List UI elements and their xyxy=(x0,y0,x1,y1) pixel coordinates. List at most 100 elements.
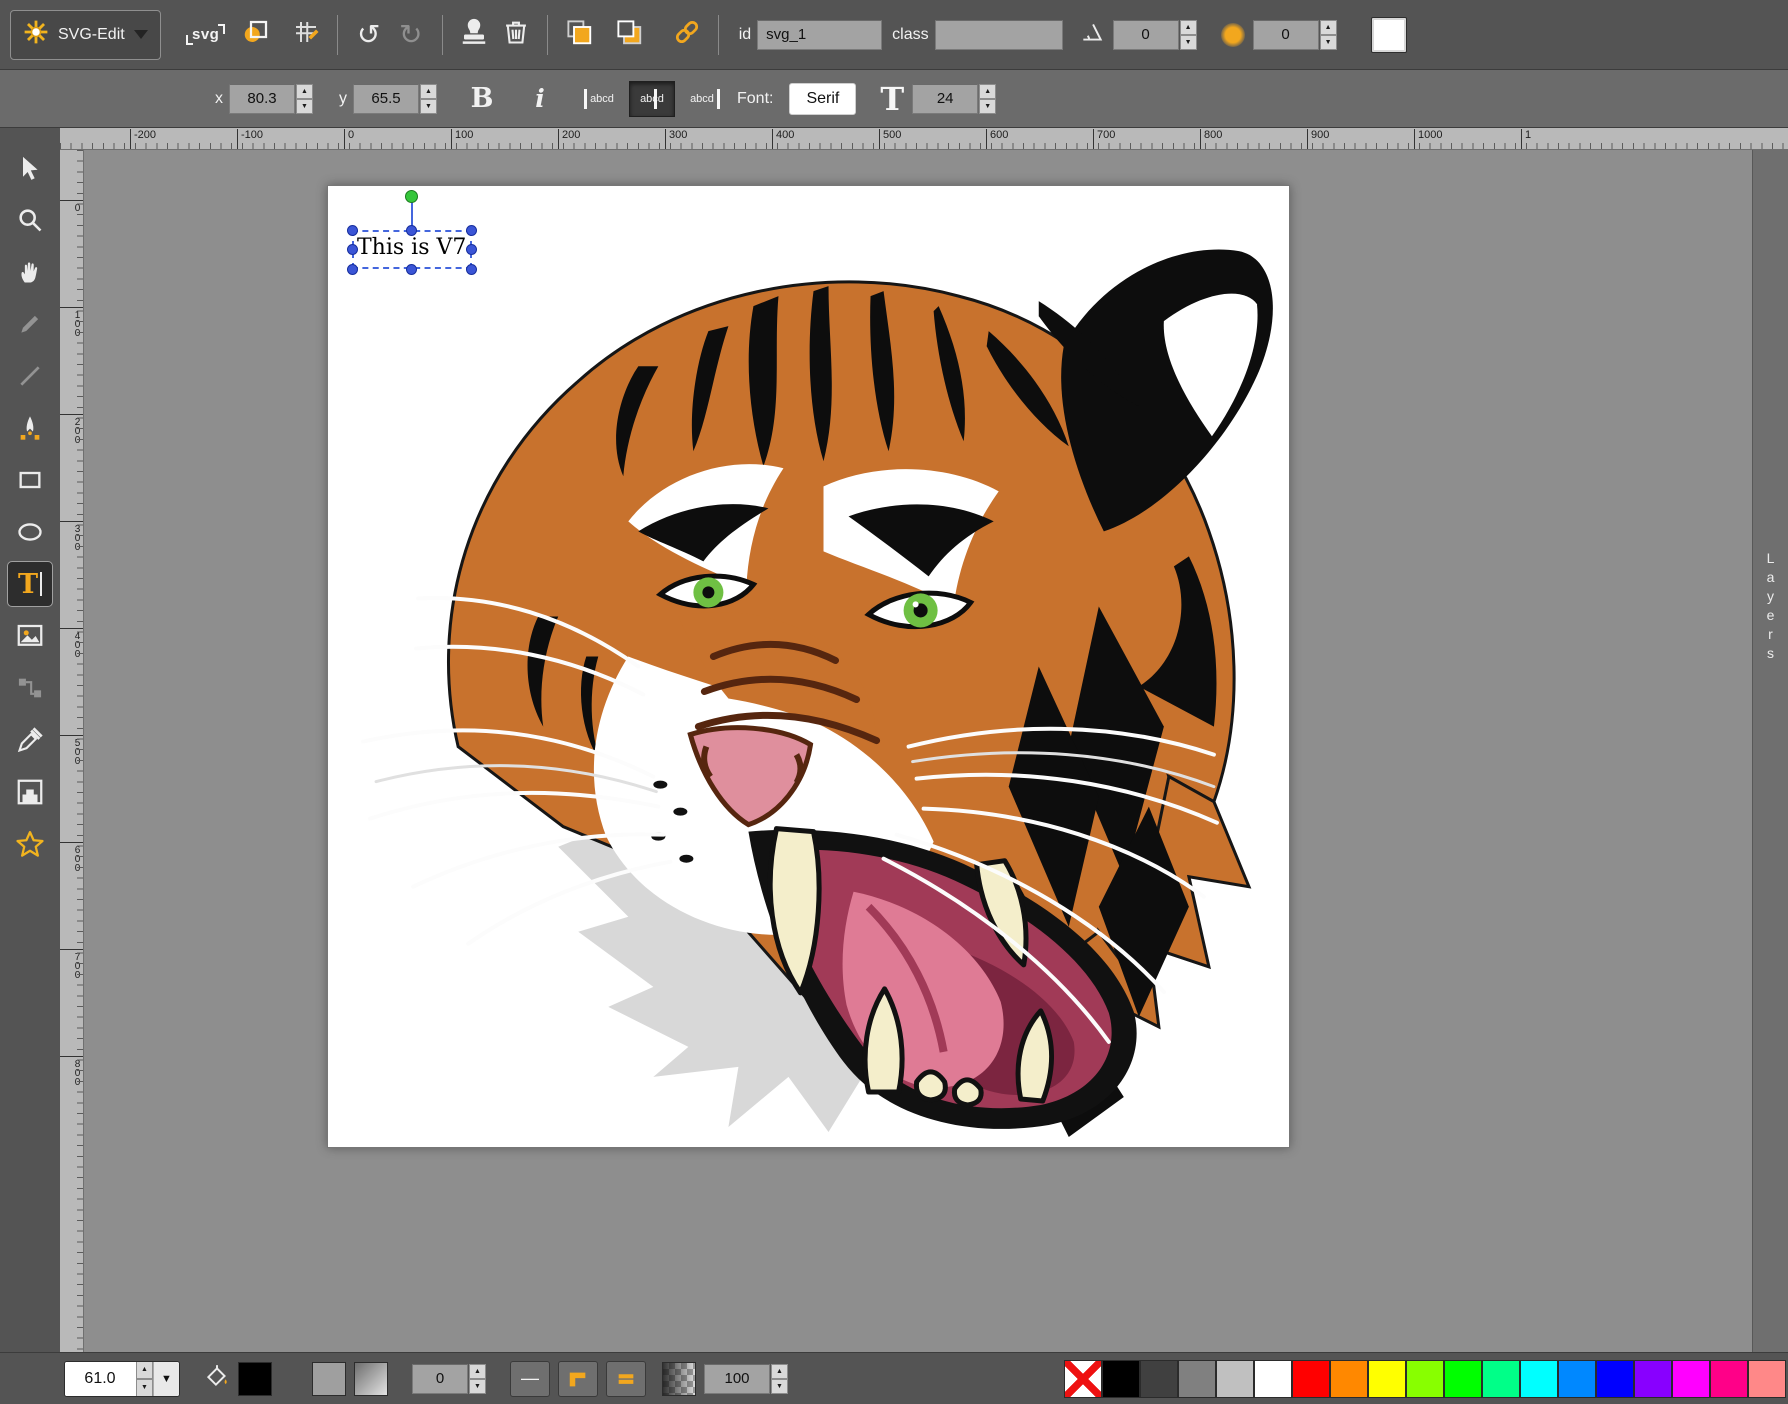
pencil-icon xyxy=(17,311,43,337)
angle-spinner[interactable] xyxy=(1180,20,1197,50)
fill-color-button[interactable] xyxy=(238,1362,272,1396)
svg-canvas[interactable]: This is V7 xyxy=(327,185,1290,1148)
palette-color-swatch[interactable] xyxy=(1178,1360,1216,1398)
zoom-spinner[interactable] xyxy=(136,1361,153,1397)
opacity-spinner[interactable] xyxy=(771,1364,788,1394)
text-anchor-start-button[interactable]: abcd xyxy=(579,81,625,117)
delete-element-button[interactable] xyxy=(495,14,537,56)
palette-color-swatch[interactable] xyxy=(1216,1360,1254,1398)
y-position-input[interactable] xyxy=(353,84,419,114)
x-position-input[interactable] xyxy=(229,84,295,114)
stroke-dash-button[interactable]: — xyxy=(510,1361,550,1397)
element-class-input[interactable] xyxy=(935,20,1063,50)
pan-tool[interactable] xyxy=(7,249,53,295)
hruler-label: 100 xyxy=(451,129,473,149)
x-spinner[interactable] xyxy=(296,84,313,114)
anchor-end-marker xyxy=(717,89,720,109)
blur-input[interactable] xyxy=(1253,20,1319,50)
path-tool[interactable] xyxy=(7,405,53,451)
main-menu-button[interactable]: SVG-Edit xyxy=(10,10,161,60)
palette-color-swatch[interactable] xyxy=(1330,1360,1368,1398)
palette-color-swatch[interactable] xyxy=(1140,1360,1178,1398)
palette-color-swatch[interactable] xyxy=(1254,1360,1292,1398)
make-link-button[interactable] xyxy=(666,14,708,56)
palette-color-swatch[interactable] xyxy=(1672,1360,1710,1398)
gradient-swatch[interactable] xyxy=(354,1362,388,1396)
palette-color-swatch[interactable] xyxy=(1596,1360,1634,1398)
selection-handle-sw[interactable] xyxy=(347,264,358,275)
zoom-input[interactable] xyxy=(65,1362,135,1396)
line-tool[interactable] xyxy=(7,353,53,399)
hruler-label: 1 xyxy=(1521,129,1531,149)
move-to-bottom-button[interactable] xyxy=(608,14,650,56)
palette-color-swatch[interactable] xyxy=(1558,1360,1596,1398)
workspace[interactable]: This is V7 xyxy=(84,150,1788,1352)
selection-handle-e[interactable] xyxy=(466,244,477,255)
rotate-handle[interactable] xyxy=(405,190,418,203)
stroke-linecap-button[interactable] xyxy=(606,1361,646,1397)
palette-none-swatch[interactable] xyxy=(1064,1360,1102,1398)
palette-color-swatch[interactable] xyxy=(1444,1360,1482,1398)
toolbar-separator xyxy=(442,15,443,55)
vertical-ruler: 0100200300400500600700800 xyxy=(60,150,84,1352)
redo-button[interactable]: ↻ xyxy=(390,14,432,56)
selection-handle-n[interactable] xyxy=(406,225,417,236)
bottom-toolbar: — xyxy=(0,1352,1788,1404)
palette-color-swatch[interactable] xyxy=(1520,1360,1558,1398)
element-id-input[interactable] xyxy=(757,20,882,50)
move-to-top-button[interactable] xyxy=(558,14,600,56)
shape-library-tool[interactable] xyxy=(7,821,53,867)
palette-color-swatch[interactable] xyxy=(1406,1360,1444,1398)
image-tool[interactable] xyxy=(7,613,53,659)
editor-background-tool[interactable] xyxy=(7,769,53,815)
clone-element-button[interactable] xyxy=(453,14,495,56)
palette-color-swatch[interactable] xyxy=(1634,1360,1672,1398)
pencil-tool[interactable] xyxy=(7,301,53,347)
zoom-dropdown-button[interactable] xyxy=(153,1361,179,1397)
selection-handle-se[interactable] xyxy=(466,264,477,275)
selection-handle-w[interactable] xyxy=(347,244,358,255)
layers-tab[interactable]: Layers xyxy=(1763,550,1779,664)
italic-button[interactable]: i xyxy=(519,79,561,119)
anchor-start-label: abcd xyxy=(590,93,614,105)
font-size-spinner[interactable] xyxy=(979,84,996,114)
palette-color-swatch[interactable] xyxy=(1368,1360,1406,1398)
undo-button[interactable]: ↺ xyxy=(348,14,390,56)
text-anchor-middle-button[interactable]: abcd xyxy=(629,81,675,117)
angle-input[interactable] xyxy=(1113,20,1179,50)
select-tool[interactable] xyxy=(7,145,53,191)
palette-color-swatch[interactable] xyxy=(1102,1360,1140,1398)
palette-color-swatch[interactable] xyxy=(1748,1360,1786,1398)
hruler-label: 0 xyxy=(344,129,354,149)
selection-handle-nw[interactable] xyxy=(347,225,358,236)
selection-handle-ne[interactable] xyxy=(466,225,477,236)
opacity-gradient-swatch[interactable] xyxy=(662,1362,696,1396)
bold-button[interactable]: B xyxy=(461,79,503,119)
text-tool[interactable]: T xyxy=(7,561,53,607)
edit-source-button[interactable]: svg xyxy=(185,14,227,56)
stroke-width-input[interactable] xyxy=(412,1364,468,1394)
fill-color-swatch[interactable] xyxy=(1371,17,1407,53)
stroke-color-button[interactable] xyxy=(312,1362,346,1396)
rect-tool[interactable] xyxy=(7,457,53,503)
ellipse-icon xyxy=(16,518,44,546)
y-spinner[interactable] xyxy=(420,84,437,114)
editor-preferences-button[interactable] xyxy=(285,14,327,56)
palette-color-swatch[interactable] xyxy=(1482,1360,1520,1398)
stroke-linejoin-button[interactable] xyxy=(558,1361,598,1397)
palette-color-swatch[interactable] xyxy=(1710,1360,1748,1398)
text-anchor-end-button[interactable]: abcd xyxy=(679,81,725,117)
ellipse-tool[interactable] xyxy=(7,509,53,555)
tiger-artwork[interactable] xyxy=(328,186,1289,1147)
blur-spinner[interactable] xyxy=(1320,20,1337,50)
document-properties-button[interactable] xyxy=(235,14,277,56)
selection-handle-s[interactable] xyxy=(406,264,417,275)
opacity-input[interactable] xyxy=(704,1364,770,1394)
zoom-tool[interactable] xyxy=(7,197,53,243)
connector-tool[interactable] xyxy=(7,665,53,711)
font-size-input[interactable] xyxy=(912,84,978,114)
palette-color-swatch[interactable] xyxy=(1292,1360,1330,1398)
eyedropper-tool[interactable] xyxy=(7,717,53,763)
stroke-width-spinner[interactable] xyxy=(469,1364,486,1394)
font-family-button[interactable]: Serif xyxy=(789,83,856,115)
